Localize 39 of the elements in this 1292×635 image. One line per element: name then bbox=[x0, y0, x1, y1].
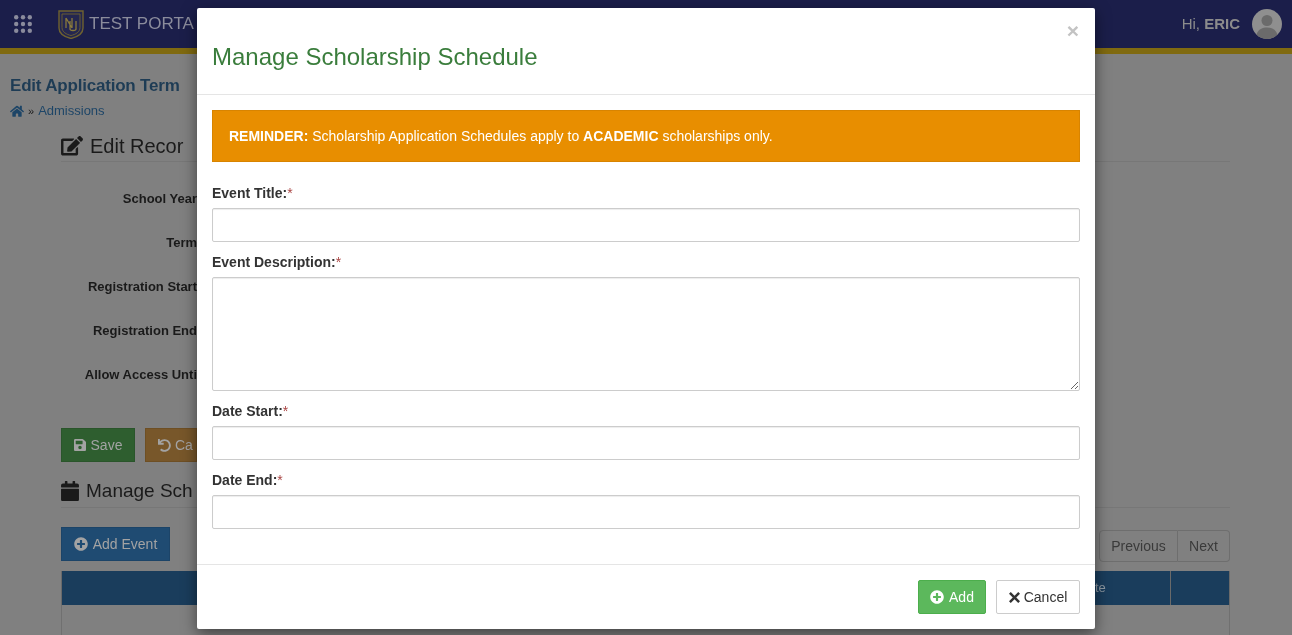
undo-icon bbox=[158, 438, 171, 452]
edit-icon bbox=[61, 136, 83, 156]
input-field[interactable] bbox=[212, 426, 1080, 460]
section-heading: Edit Recor bbox=[90, 134, 184, 158]
section-heading: Manage Sch bbox=[86, 479, 193, 503]
home-icon[interactable] bbox=[10, 104, 24, 118]
save-button[interactable]: Save bbox=[61, 428, 135, 462]
cancel-button[interactable]: Cancel bbox=[996, 580, 1080, 614]
close-icon bbox=[1008, 591, 1020, 603]
field-label: Date End:* bbox=[212, 471, 284, 490]
shield-logo-icon bbox=[58, 9, 84, 39]
form-label: School Year bbox=[122, 190, 197, 208]
modal-title: Manage Scholarship Schedule bbox=[212, 44, 539, 70]
calendar-icon bbox=[61, 480, 79, 502]
form-label: Term bbox=[166, 234, 197, 252]
user-avatar[interactable] bbox=[1252, 9, 1282, 39]
close-button[interactable]: × bbox=[1066, 20, 1079, 41]
page-title: Edit Application Term bbox=[10, 75, 181, 97]
input-field[interactable] bbox=[212, 495, 1080, 529]
column-header-text: te bbox=[1095, 579, 1106, 598]
reminder-alert: REMINDER: Scholarship Application Schedules apply to ACADEMIC scholarships only. bbox=[212, 110, 1080, 162]
breadcrumb-link[interactable]: Admissions bbox=[38, 101, 105, 121]
next-page-button[interactable]: Next bbox=[1178, 530, 1230, 562]
previous-page-button[interactable]: Previous bbox=[1099, 530, 1178, 562]
menu-icon[interactable] bbox=[14, 15, 32, 33]
form-label: Allow Access Unti bbox=[84, 366, 197, 384]
breadcrumb-separator: » bbox=[28, 103, 35, 119]
field-label: Event Description:* bbox=[212, 253, 343, 272]
form-label: Registration End bbox=[93, 322, 197, 340]
input-field[interactable] bbox=[212, 208, 1080, 242]
portal-name: TEST PORTA bbox=[89, 13, 194, 36]
field-label: Date Start:* bbox=[212, 402, 290, 421]
cancel-button[interactable]: Ca bbox=[145, 428, 197, 462]
add-event-button[interactable]: Add Event bbox=[61, 527, 170, 561]
form-label: Registration Start bbox=[87, 278, 197, 296]
add-button[interactable]: Add bbox=[918, 580, 986, 614]
user-greeting: Hi, ERIC bbox=[1181, 13, 1240, 34]
description-field[interactable] bbox=[212, 277, 1080, 391]
field-label: Event Title:* bbox=[212, 184, 294, 203]
